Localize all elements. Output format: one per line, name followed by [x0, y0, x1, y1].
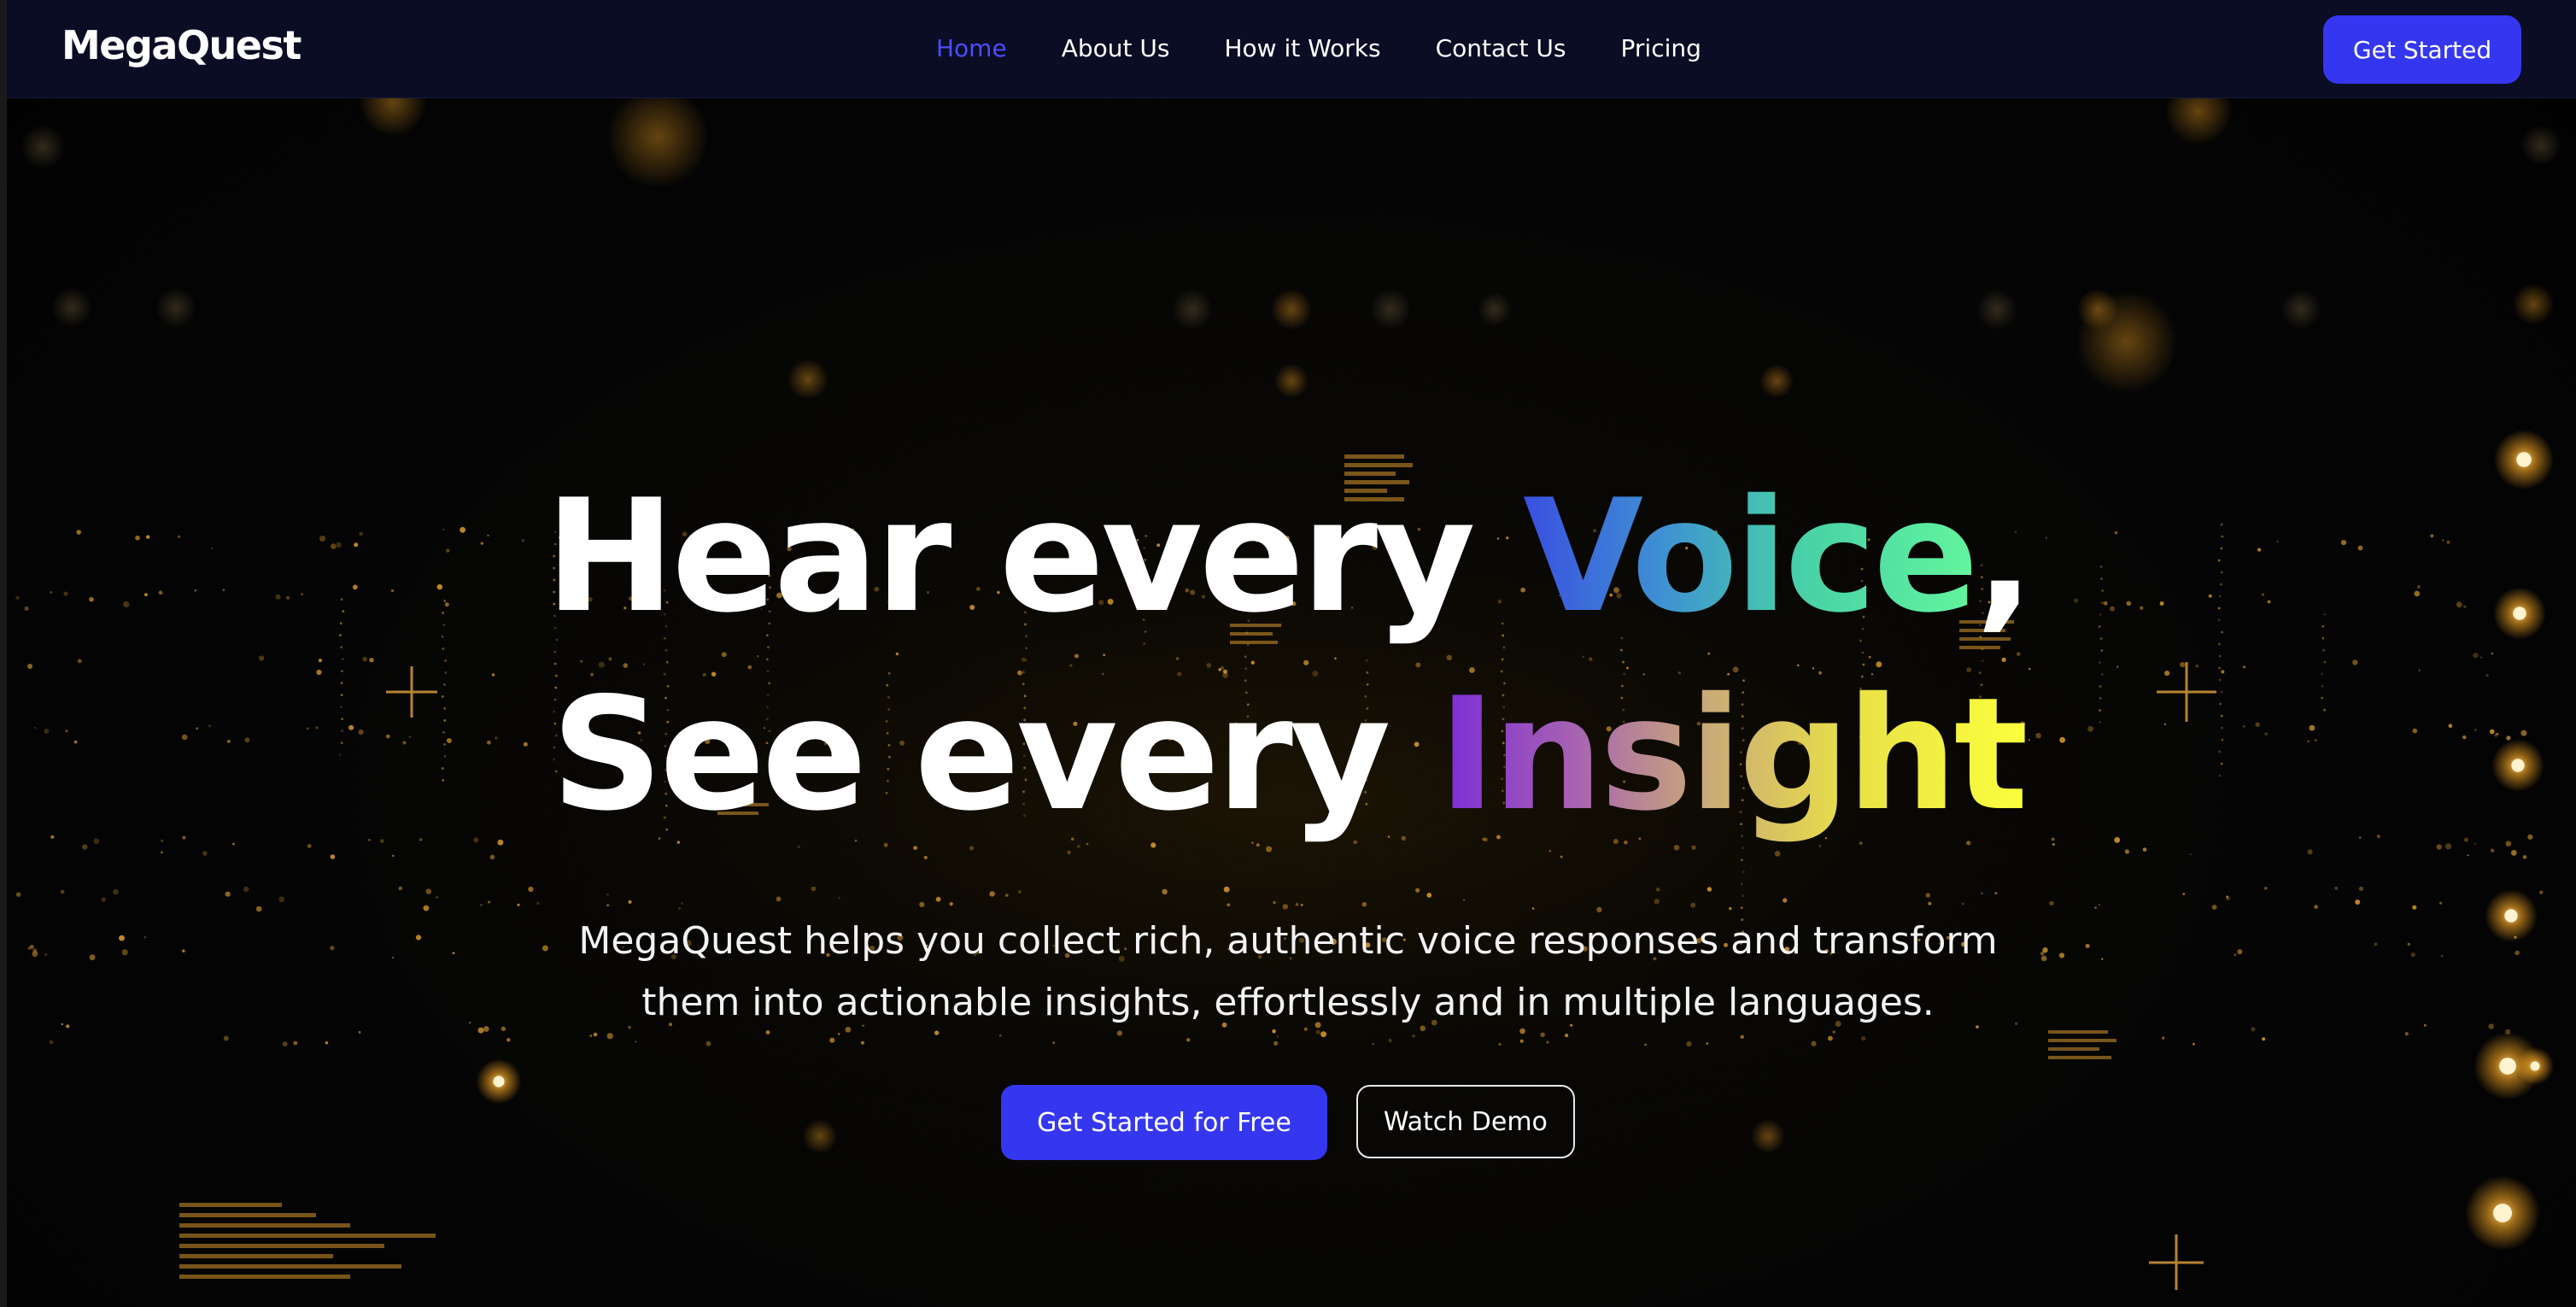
headline-line-2: See every Insight — [0, 677, 2576, 832]
hero-section: Hear every Voice, See every Insight Mega… — [0, 0, 2576, 1307]
page: MegaQuest Home About Us How it Works Con… — [0, 0, 2576, 1307]
hero-subtitle: MegaQuest helps you collect rich, authen… — [519, 911, 2057, 1034]
get-started-button[interactable]: Get Started — [2323, 15, 2521, 84]
headline-highlight-insight: Insight — [1437, 664, 2029, 845]
brand-logo[interactable]: MegaQuest — [61, 22, 302, 68]
get-started-for-free-button[interactable]: Get Started for Free — [1001, 1085, 1327, 1160]
nav-item-how-it-works[interactable]: How it Works — [1224, 34, 1380, 62]
hero-buttons: Get Started for Free Watch Demo — [0, 1085, 2576, 1160]
nav-item-home[interactable]: Home — [936, 34, 1007, 62]
nav-links: Home About Us How it Works Contact Us Pr… — [936, 34, 1756, 62]
nav-item-pricing[interactable]: Pricing — [1621, 34, 1701, 62]
headline-line-1: Hear every Voice, — [0, 478, 2576, 634]
headline-line-2-text: See every — [551, 664, 1438, 845]
headline-highlight-voice: Voice — [1523, 466, 1979, 647]
headline-line-1-tail: , — [1975, 466, 2034, 647]
headline-line-1-text: Hear every — [545, 466, 1524, 647]
nav-item-about-us[interactable]: About Us — [1062, 34, 1170, 62]
nav-item-contact-us[interactable]: Contact Us — [1436, 34, 1566, 62]
watch-demo-button[interactable]: Watch Demo — [1355, 1085, 1575, 1158]
hero-subtitle-line-1: MegaQuest helps you collect rich, authen… — [578, 919, 1998, 963]
hero-subtitle-line-2: them into actionable insights, effortles… — [641, 981, 1935, 1024]
navbar: MegaQuest Home About Us How it Works Con… — [7, 0, 2576, 98]
